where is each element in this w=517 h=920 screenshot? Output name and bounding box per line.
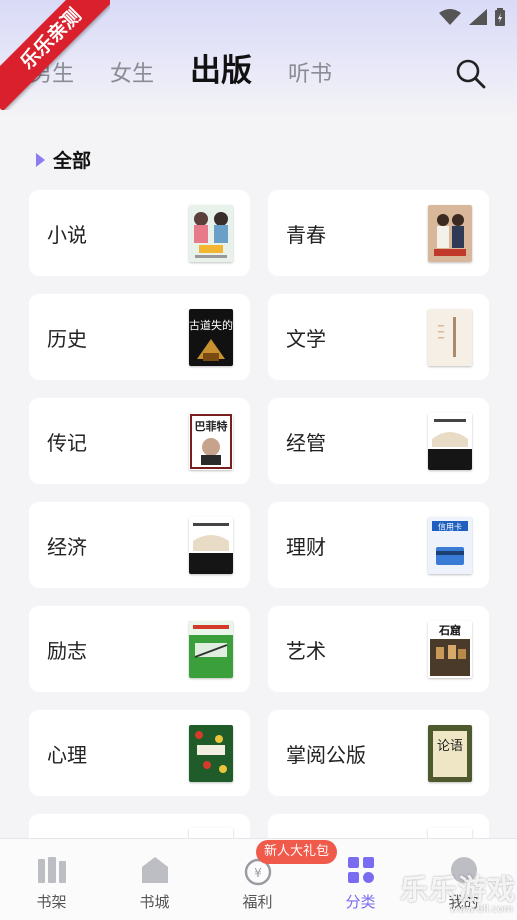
category-label: 经济 — [47, 535, 87, 559]
signal-icon — [469, 9, 487, 25]
biography-cover: 巴菲特 — [189, 413, 233, 470]
svg-text:¥: ¥ — [254, 866, 262, 880]
category-icon — [348, 857, 374, 883]
category-label: 艺术 — [286, 639, 326, 663]
biography-cover-title: 巴菲特 — [195, 419, 228, 433]
section-title-label: 全部 — [53, 150, 92, 172]
history-cover-title: 古道失的 — [189, 318, 233, 332]
category-card-literature[interactable]: 文学 — [268, 294, 489, 380]
finance-cover: 信用卡 — [428, 517, 472, 574]
triangle-marker-icon — [36, 152, 45, 167]
public-domain-cover: 论语 — [428, 725, 472, 782]
category-card-youth[interactable]: 青春 — [268, 190, 489, 276]
category-label: 小说 — [47, 223, 87, 247]
category-card-psychology[interactable]: 心理 — [29, 710, 250, 796]
category-card-management[interactable]: 经管 — [268, 398, 489, 484]
nav-label: 福利 — [242, 893, 273, 911]
category-label: 青春 — [286, 223, 326, 247]
category-card-finance[interactable]: 理财 信用卡 — [268, 502, 489, 588]
category-label: 传记 — [47, 431, 87, 455]
category-label: 励志 — [47, 639, 87, 663]
economy-cover — [189, 517, 233, 574]
finance-cover-title: 信用卡 — [438, 522, 462, 532]
category-card-public-domain[interactable]: 掌阅公版 论语 — [268, 710, 489, 796]
nav-bookshelf[interactable]: 书架 — [0, 839, 103, 920]
ribbon-label: 乐乐亲测 — [0, 0, 110, 110]
tab-female[interactable]: 女生 — [110, 58, 154, 92]
management-cover — [428, 413, 472, 470]
corner-ribbon: 乐乐亲测 — [0, 0, 110, 110]
art-cover: 石窟 — [428, 621, 472, 678]
store-icon — [142, 857, 168, 883]
category-card-inspiration[interactable]: 励志 — [29, 606, 250, 692]
literature-cover — [428, 309, 472, 366]
nav-label: 书架 — [36, 893, 67, 911]
category-label: 心理 — [47, 743, 87, 767]
history-cover: 古道失的 — [189, 309, 233, 366]
category-card-novel[interactable]: 小说 — [29, 190, 250, 276]
search-icon[interactable] — [455, 58, 487, 90]
category-card-art[interactable]: 艺术 石窟 — [268, 606, 489, 692]
category-card-biography[interactable]: 传记 巴菲特 — [29, 398, 250, 484]
nav-label: 书城 — [139, 893, 170, 911]
watermark-url: www.6ll.com — [450, 904, 514, 915]
category-label: 理财 — [286, 535, 326, 559]
wifi-icon — [439, 9, 461, 25]
tab-audiobook[interactable]: 听书 — [288, 58, 332, 92]
watermark-logo: 乐乐游戏 — [400, 873, 517, 906]
inspiration-cover — [189, 621, 233, 678]
novel-cover — [189, 205, 233, 262]
category-label: 历史 — [47, 327, 87, 351]
category-card-history[interactable]: 历史 古道失的 — [29, 294, 250, 380]
youth-cover — [428, 205, 472, 262]
category-card-economy[interactable]: 经济 — [29, 502, 250, 588]
section-title: 全部 — [36, 146, 91, 173]
tab-publish[interactable]: 出版 — [190, 50, 252, 92]
category-label: 掌阅公版 — [286, 743, 366, 767]
bookshelf-icon — [38, 857, 66, 883]
new-user-gift-badge[interactable]: 新人大礼包 — [256, 840, 338, 864]
nav-label: 分类 — [345, 893, 376, 911]
art-cover-title: 石窟 — [438, 623, 461, 637]
public-domain-cover-title: 论语 — [437, 739, 463, 754]
psychology-cover — [189, 725, 233, 782]
category-label: 文学 — [286, 327, 326, 351]
nav-store[interactable]: 书城 — [103, 839, 206, 920]
battery-icon — [495, 8, 505, 26]
category-label: 经管 — [286, 431, 326, 455]
